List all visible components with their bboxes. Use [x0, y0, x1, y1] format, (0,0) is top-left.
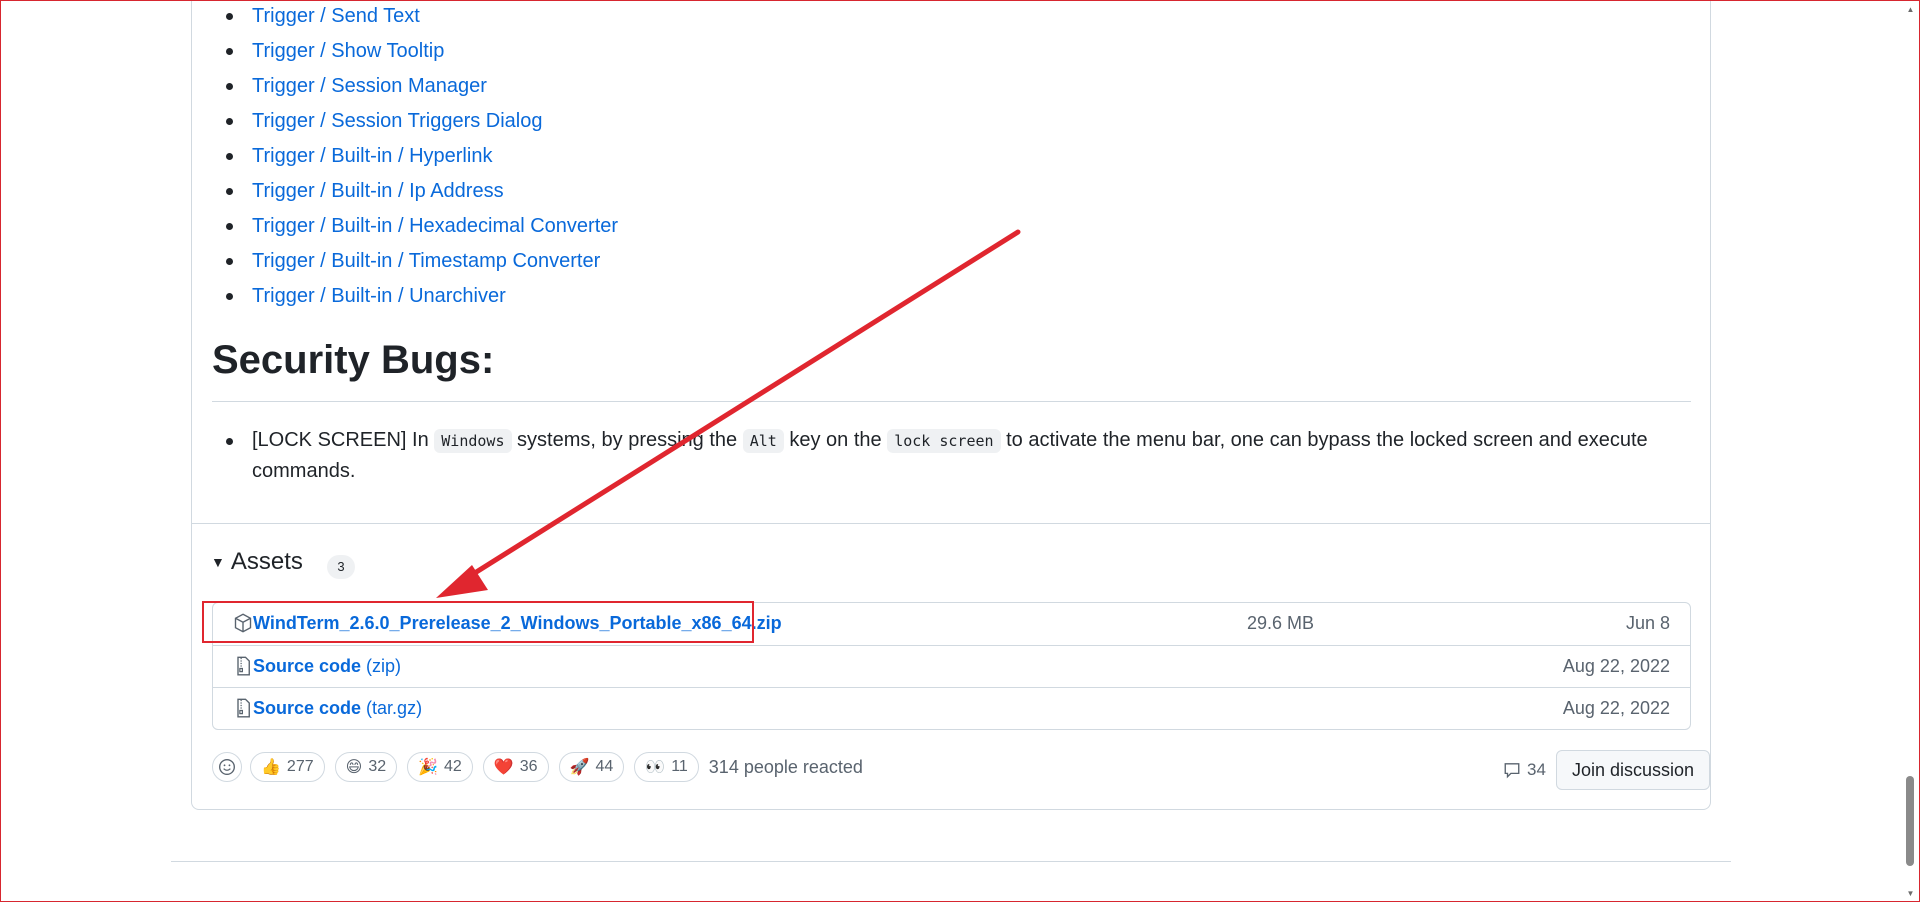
code-alt: Alt [742, 429, 784, 453]
source-code-targz-link[interactable]: Source code (tar.gz) [253, 698, 422, 719]
trigger-link-list: Trigger / Send Text Trigger / Show Toolt… [212, 0, 618, 315]
asset-row: Source code (tar.gz) Aug 22, 2022 [213, 687, 1690, 729]
reaction-count: 277 [286, 758, 314, 775]
trigger-link[interactable]: Trigger / Send Text [252, 5, 420, 27]
security-bug-item: [LOCK SCREEN] In Windows systems, by pre… [212, 425, 1652, 486]
trigger-link[interactable]: Trigger / Show Tooltip [252, 40, 444, 62]
scroll-up-icon[interactable]: ▲ [1902, 1, 1919, 17]
list-item: Trigger / Built-in / Ip Address [212, 175, 618, 210]
add-reaction-button[interactable] [212, 752, 242, 782]
comment-icon [1504, 763, 1520, 779]
reaction-heart[interactable]: ❤️ 36 [482, 752, 549, 782]
code-windows: Windows [434, 429, 512, 453]
list-item: Trigger / Built-in / Hyperlink [212, 140, 618, 175]
list-item: Trigger / Session Manager [212, 70, 618, 105]
bug-text-key: key on the [783, 429, 888, 451]
asset-size: 29.6 MB [1247, 613, 1315, 633]
reaction-count: 36 [519, 758, 538, 775]
source-code-zip-link[interactable]: Source code (zip) [253, 656, 401, 677]
reaction-summary: 314 people reacted [708, 756, 863, 777]
thumbs-up-icon: 👍 [261, 759, 281, 776]
bug-text-middle: systems, by pressing the [511, 429, 743, 451]
comment-count: 34 [1527, 760, 1546, 779]
assets-toggle[interactable]: ▼ Assets [211, 548, 303, 576]
eyes-icon: 👀 [645, 759, 666, 776]
trigger-link[interactable]: Trigger / Built-in / Unarchiver [252, 285, 506, 307]
trigger-link[interactable]: Trigger / Session Triggers Dialog [252, 110, 543, 132]
trigger-link[interactable]: Trigger / Built-in / Hexadecimal Convert… [252, 215, 618, 237]
heading-divider [212, 401, 1691, 402]
asset-date: Aug 22, 2022 [1562, 656, 1670, 676]
discussion-area: 34 Join discussion [1503, 750, 1710, 790]
list-item: Trigger / Show Tooltip [212, 35, 618, 70]
scrollbar[interactable]: ▲ ▼ [1902, 1, 1919, 901]
reaction-laugh[interactable]: 😄 32 [334, 752, 398, 782]
join-discussion-button[interactable]: Join discussion [1555, 750, 1710, 790]
assets-label: Assets [230, 548, 303, 575]
rocket-icon: 🚀 [569, 759, 590, 776]
smiley-icon [219, 759, 235, 775]
asset-date: Aug 22, 2022 [1562, 698, 1670, 718]
assets-count-badge: 3 [327, 555, 355, 579]
list-item: Trigger / Built-in / Timestamp Converter [212, 245, 618, 280]
security-bugs-heading: Security Bugs: [212, 338, 495, 382]
list-item: Trigger / Session Triggers Dialog [212, 105, 618, 140]
reaction-eyes[interactable]: 👀 11 [634, 752, 699, 782]
list-item: Trigger / Send Text [212, 0, 618, 35]
reaction-hooray[interactable]: 🎉 42 [407, 752, 473, 782]
heart-icon: ❤️ [493, 759, 514, 776]
reaction-count: 42 [444, 758, 462, 775]
footer-divider [171, 861, 1731, 862]
reactions-bar: 👍 277 😄 32 🎉 42 ❤️ 36 🚀 44 👀 11 314 people rea… [212, 750, 863, 784]
code-lock-screen: lock screen [887, 429, 1001, 453]
trigger-link[interactable]: Trigger / Built-in / Timestamp Converter [252, 250, 600, 272]
assets-divider [192, 523, 1710, 524]
caret-down-icon: ▼ [211, 554, 225, 570]
laugh-icon: 😄 [345, 759, 363, 776]
trigger-link[interactable]: Trigger / Built-in / Ip Address [252, 180, 504, 202]
scroll-down-icon[interactable]: ▼ [1902, 885, 1919, 901]
scrollbar-thumb[interactable] [1906, 776, 1914, 866]
asset-download-link[interactable]: WindTerm_2.6.0_Prerelease_2_Windows_Port… [253, 613, 782, 634]
reaction-thumbs-up[interactable]: 👍 277 [250, 752, 325, 782]
reaction-rocket[interactable]: 🚀 44 [558, 752, 625, 782]
asset-row: WindTerm_2.6.0_Prerelease_2_Windows_Port… [213, 603, 1690, 645]
list-item: Trigger / Built-in / Hexadecimal Convert… [212, 210, 618, 245]
file-zip-icon [237, 698, 250, 718]
hooray-icon: 🎉 [418, 759, 439, 776]
trigger-link[interactable]: Trigger / Session Manager [252, 75, 487, 97]
trigger-link[interactable]: Trigger / Built-in / Hyperlink [252, 145, 492, 167]
list-item: Trigger / Built-in / Unarchiver [212, 280, 618, 315]
bug-text-prefix: [LOCK SCREEN] In [252, 429, 435, 451]
asset-date: Jun 8 [1625, 613, 1670, 633]
comments-link[interactable]: 34 [1503, 760, 1546, 780]
reaction-count: 44 [595, 758, 614, 775]
asset-row: Source code (zip) Aug 22, 2022 [213, 645, 1690, 687]
reaction-count: 11 [671, 758, 688, 775]
package-icon [234, 613, 252, 633]
asset-list: WindTerm_2.6.0_Prerelease_2_Windows_Port… [212, 602, 1691, 730]
reaction-count: 32 [368, 758, 387, 775]
file-zip-icon [237, 656, 250, 676]
